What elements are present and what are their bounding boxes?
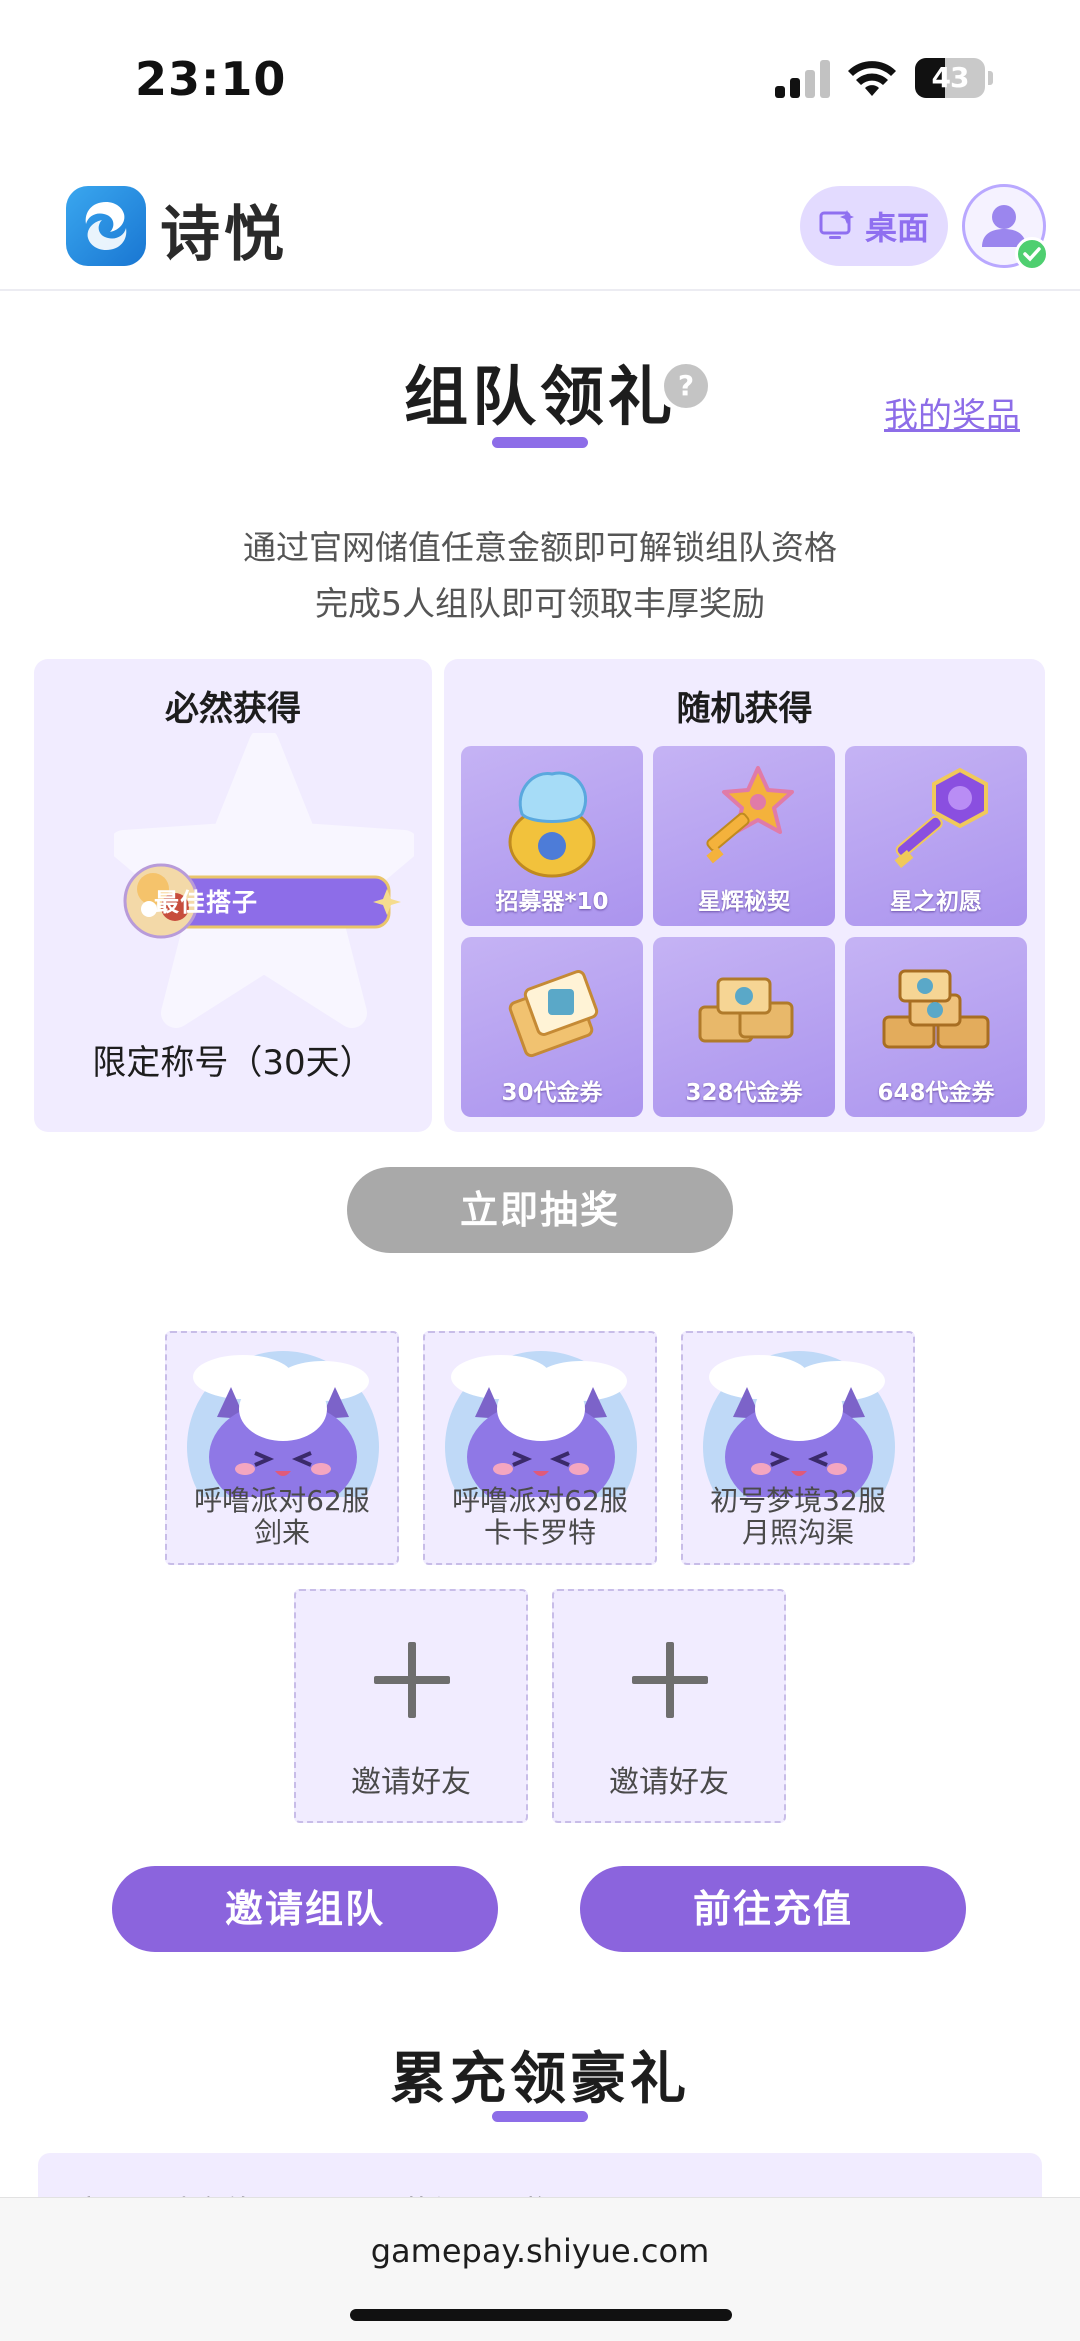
member-server: 呼噜派对62服	[452, 1484, 628, 1517]
prize-card: 招募器*10	[461, 746, 643, 926]
guaranteed-title: 必然获得	[165, 689, 301, 729]
voucher-stack-large-icon	[882, 969, 990, 1049]
description-line-2: 完成5人组队即可领取丰厚奖励	[315, 584, 765, 623]
star-key-icon	[706, 766, 794, 864]
voucher-stack-small-icon	[508, 970, 599, 1058]
my-prizes-link[interactable]: 我的奖品	[884, 388, 1020, 437]
member-name: 卡卡罗特	[483, 1516, 596, 1549]
prize-name: 星之初愿	[890, 889, 982, 915]
desktop-monitor-icon	[819, 210, 854, 239]
team-member-slot[interactable]: 呼噜派对62服 卡卡罗特	[423, 1331, 657, 1565]
invite-friend-label: 邀请好友	[351, 1765, 471, 1800]
status-time: 23:10	[135, 52, 287, 106]
prize-card: 30代金券	[461, 937, 643, 1117]
plus-icon-vertical	[666, 1642, 674, 1718]
go-recharge-button[interactable]: 前往充值	[580, 1866, 966, 1952]
desktop-button[interactable]: 桌面	[800, 186, 948, 266]
draw-lottery-button[interactable]: 立即抽奖	[347, 1167, 733, 1253]
invite-team-button[interactable]: 邀请组队	[112, 1866, 498, 1952]
purple-key-icon	[894, 767, 988, 868]
badge-text: 最佳搭子	[154, 888, 259, 917]
prize-card: 星辉秘契	[653, 746, 835, 926]
prize-card: 648代金券	[845, 937, 1027, 1117]
member-name: 剑来	[253, 1516, 310, 1549]
invite-friend-label: 邀请好友	[609, 1765, 729, 1800]
site-header: 诗悦 桌面	[0, 150, 1080, 291]
member-avatar-icon	[703, 1351, 895, 1497]
battery-icon: 43	[915, 58, 985, 98]
team-member-slot[interactable]: 初号梦境32服 月照沟渠	[681, 1331, 915, 1565]
guaranteed-reward-label: 限定称号（30天）	[92, 1043, 374, 1083]
cumulative-title-underline	[492, 2111, 588, 2122]
url-text[interactable]: gamepay.shiyue.com	[0, 2232, 1080, 2270]
status-bar: 23:10 43	[0, 0, 1080, 150]
member-avatar-icon	[187, 1351, 379, 1497]
prize-name: 星辉秘契	[698, 889, 790, 915]
member-avatar-icon	[445, 1351, 637, 1497]
voucher-stack-medium-icon	[698, 977, 794, 1043]
user-avatar[interactable]	[962, 184, 1049, 271]
prize-name: 招募器*10	[495, 889, 609, 915]
verified-check-icon	[1015, 237, 1049, 271]
invite-friend-slot[interactable]: 邀请好友	[294, 1589, 528, 1823]
description-line-1: 通过官网储值任意金额即可解锁组队资格	[243, 528, 837, 567]
prize-name: 328代金券	[685, 1080, 803, 1106]
prize-card: 328代金券	[653, 937, 835, 1117]
member-name: 月照沟渠	[741, 1516, 854, 1549]
random-title: 随机获得	[676, 689, 813, 729]
cumulative-section-title: 累充领豪礼	[390, 2047, 690, 2112]
invite-friend-slot[interactable]: 邀请好友	[552, 1589, 786, 1823]
recruiter-orb-icon	[508, 771, 596, 878]
plus-icon-vertical	[408, 1642, 416, 1718]
battery-percent: 43	[931, 61, 970, 94]
team-member-slot[interactable]: 呼噜派对62服 剑来	[165, 1331, 399, 1565]
help-icon[interactable]: ?	[664, 364, 708, 408]
member-server: 初号梦境32服	[710, 1484, 886, 1517]
prize-card: 星之初愿	[845, 746, 1027, 926]
prize-name: 30代金券	[501, 1080, 603, 1106]
home-indicator[interactable]	[350, 2309, 732, 2321]
brand-name[interactable]: 诗悦	[160, 186, 288, 273]
wifi-icon	[848, 61, 896, 96]
desktop-button-label: 桌面	[864, 209, 929, 247]
member-server: 呼噜派对62服	[194, 1484, 370, 1517]
prize-name: 648代金券	[877, 1080, 995, 1106]
shiyue-logo-icon[interactable]	[66, 186, 146, 266]
cellular-signal-icon	[775, 60, 831, 98]
guaranteed-reward-panel: 必然获得 最佳搭子 限定称号（30天）	[34, 659, 432, 1132]
browser-address-bar[interactable]: gamepay.shiyue.com	[0, 2197, 1080, 2341]
team-title-underline	[492, 437, 588, 448]
battery-tip	[988, 71, 993, 85]
